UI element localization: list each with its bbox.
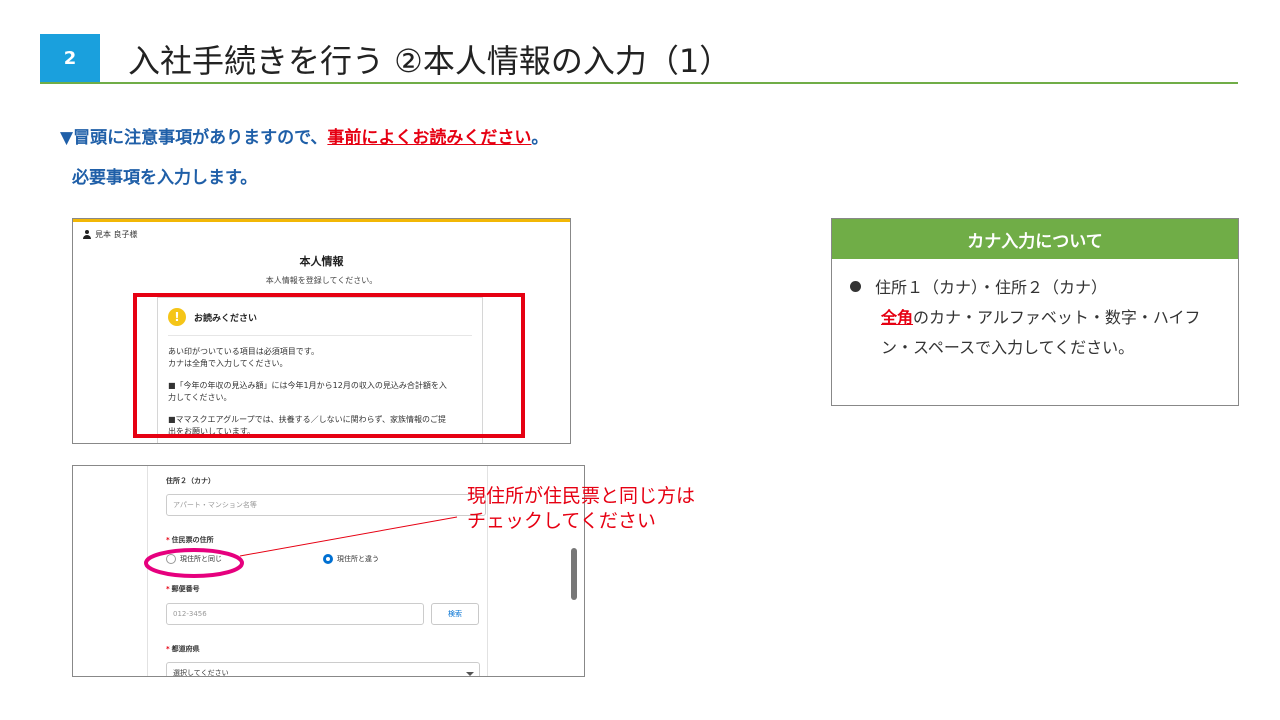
kana-input-panel: カナ入力について 住所１（カナ）・住所２（カナ） 全角のカナ・アルファベット・数… [831,218,1239,406]
bullet-icon [850,281,861,292]
user-row: 見本 良子様 [83,229,138,240]
form-subtitle: 本人情報を登録してください。 [265,276,378,285]
kana-line-2: 全角のカナ・アルファベット・数字・ハイフ [850,303,1220,333]
radio-different-address[interactable]: 現住所と違う [323,554,379,564]
intro-line-1: ▼冒頭に注意事項がありますので、事前によくお読みください。 [60,123,548,148]
address2-kana-label: 住所２（カナ） [166,477,215,485]
radio-checked-icon [323,554,333,564]
kana-panel-body: 住所１（カナ）・住所２（カナ） 全角のカナ・アルファベット・数字・ハイフ ン・ス… [850,273,1220,363]
page-title: 入社手続きを行う ②本人情報の入力（1） [128,42,732,80]
callout-line-2: チェックしてください [467,510,656,532]
person-icon [83,230,91,239]
kana-line-2-highlight: 全角 [881,308,914,327]
form-title: 本人情報 [299,255,344,268]
kana-line-1: 住所１（カナ）・住所２（カナ） [850,273,1220,303]
resident-address-label: * 住民票の住所 [166,536,214,544]
kana-line-1-text: 住所１（カナ）・住所２（カナ） [875,278,1108,297]
postal-code-label-text: 郵便番号 [171,585,200,593]
radio-different-address-label: 現住所と違う [337,555,379,563]
postal-search-button[interactable]: 検索 [431,603,479,625]
postal-code-label: * 郵便番号 [166,585,200,593]
screenshot-topbar [73,219,570,222]
address2-kana-input[interactable]: アパート・マンション名等 [166,494,486,516]
kana-line-3: ン・スペースで入力してください。 [881,338,1135,357]
callout-text: 現住所が住民票と同じ方は チェックしてください [467,484,695,534]
kana-panel-heading: カナ入力について [832,219,1238,259]
radio-unchecked-icon [166,554,176,564]
title-divider [40,82,1238,84]
kana-line-2-rest: のカナ・アルファベット・数字・ハイフ [913,308,1201,327]
form-left-border [147,466,148,676]
resident-address-label-text: 住民票の住所 [171,536,214,544]
notice-highlight-frame [133,293,525,438]
scrollbar-thumb[interactable] [571,548,577,600]
prefecture-select[interactable]: 選択してください [166,662,480,676]
intro-line-1-prefix: ▼冒頭に注意事項がありますので、 [60,128,328,148]
step-badge: 2 [40,34,100,82]
user-name: 見本 良子様 [95,230,138,239]
postal-code-input[interactable]: 012-3456 [166,603,424,625]
intro-line-1-highlight: 事前によくお読みください [327,128,532,148]
prefecture-label: * 都道府県 [166,645,200,653]
radio-same-address[interactable]: 現住所と同じ [166,554,222,564]
prefecture-label-text: 都道府県 [171,645,200,653]
intro-line-2: 必要事項を入力します。 [72,168,258,188]
radio-same-address-label: 現住所と同じ [180,555,222,563]
callout-line-1: 現住所が住民票と同じ方は [467,485,696,507]
intro-line-1-suffix: 。 [531,128,549,148]
chevron-down-icon [466,672,474,676]
